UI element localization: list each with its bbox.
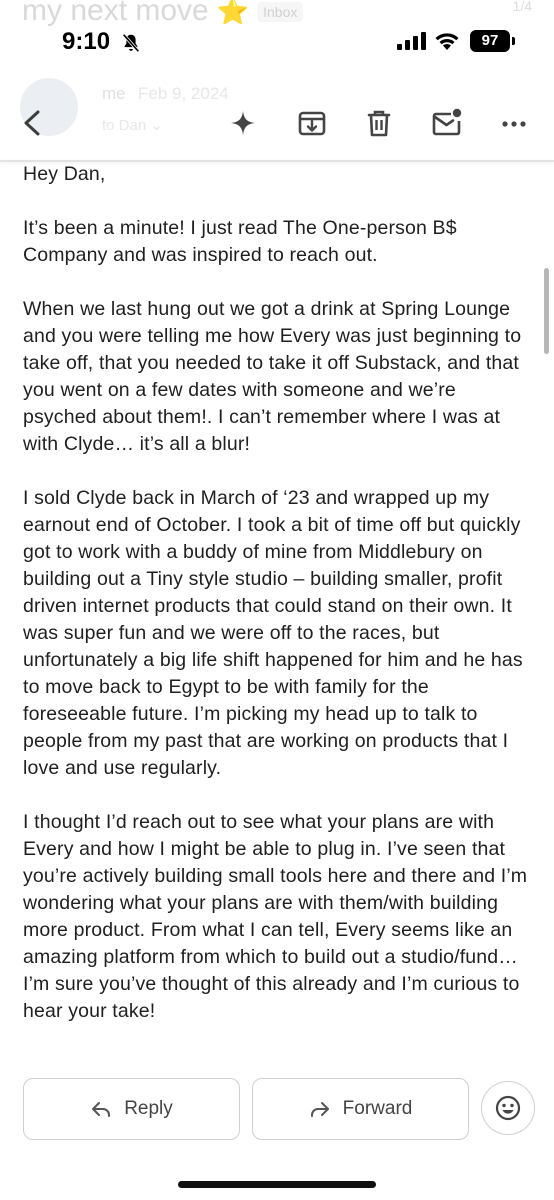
trash-icon[interactable]: [362, 106, 396, 140]
scrollbar[interactable]: [544, 268, 549, 354]
forward-label: Forward: [342, 1098, 413, 1119]
bell-slash-icon: [122, 33, 140, 53]
archive-icon[interactable]: [295, 106, 329, 140]
back-arrow-icon[interactable]: [16, 106, 50, 140]
ghost-counter: 1/4: [512, 0, 532, 14]
add-reaction-icon: [495, 1095, 521, 1121]
email-paragraph: When we last hung out we got a drink at …: [23, 298, 522, 455]
status-time: 9:10: [62, 28, 111, 55]
reply-label: Reply: [124, 1098, 173, 1119]
email-toolbar: [0, 98, 554, 160]
email-paragraph: I sold Clyde back in March of ‘23 and wr…: [23, 487, 523, 779]
sparkle-icon[interactable]: [226, 106, 260, 140]
reply-button[interactable]: Reply: [23, 1078, 240, 1140]
email-greeting: Hey Dan,: [23, 163, 106, 185]
email-paragraph: I thought I’d reach out to see what your…: [23, 811, 528, 1022]
battery-icon: 97: [470, 30, 510, 52]
forward-button[interactable]: Forward: [252, 1078, 469, 1140]
cellular-signal-icon: [397, 32, 426, 50]
battery-nub: [512, 37, 515, 45]
status-bar: 9:10 97: [0, 0, 554, 80]
mark-unread-icon[interactable]: [430, 106, 464, 140]
email-screen: my next move ⭐ Inbox 9:10 97 1/4 me Feb 9,…: [0, 0, 554, 1200]
add-reaction-button[interactable]: [481, 1081, 535, 1135]
reply-arrow-icon: [92, 1102, 111, 1117]
email-paragraph: It’s been a minute! I just read The One-…: [23, 217, 457, 266]
email-actions: Reply Forward: [0, 1078, 554, 1142]
wifi-icon: [435, 33, 459, 50]
email-body: Hey Dan, It’s been a minute! I just read…: [23, 161, 535, 1052]
forward-arrow-icon: [310, 1102, 329, 1117]
home-indicator[interactable]: [178, 1181, 376, 1188]
more-icon[interactable]: [497, 106, 531, 140]
